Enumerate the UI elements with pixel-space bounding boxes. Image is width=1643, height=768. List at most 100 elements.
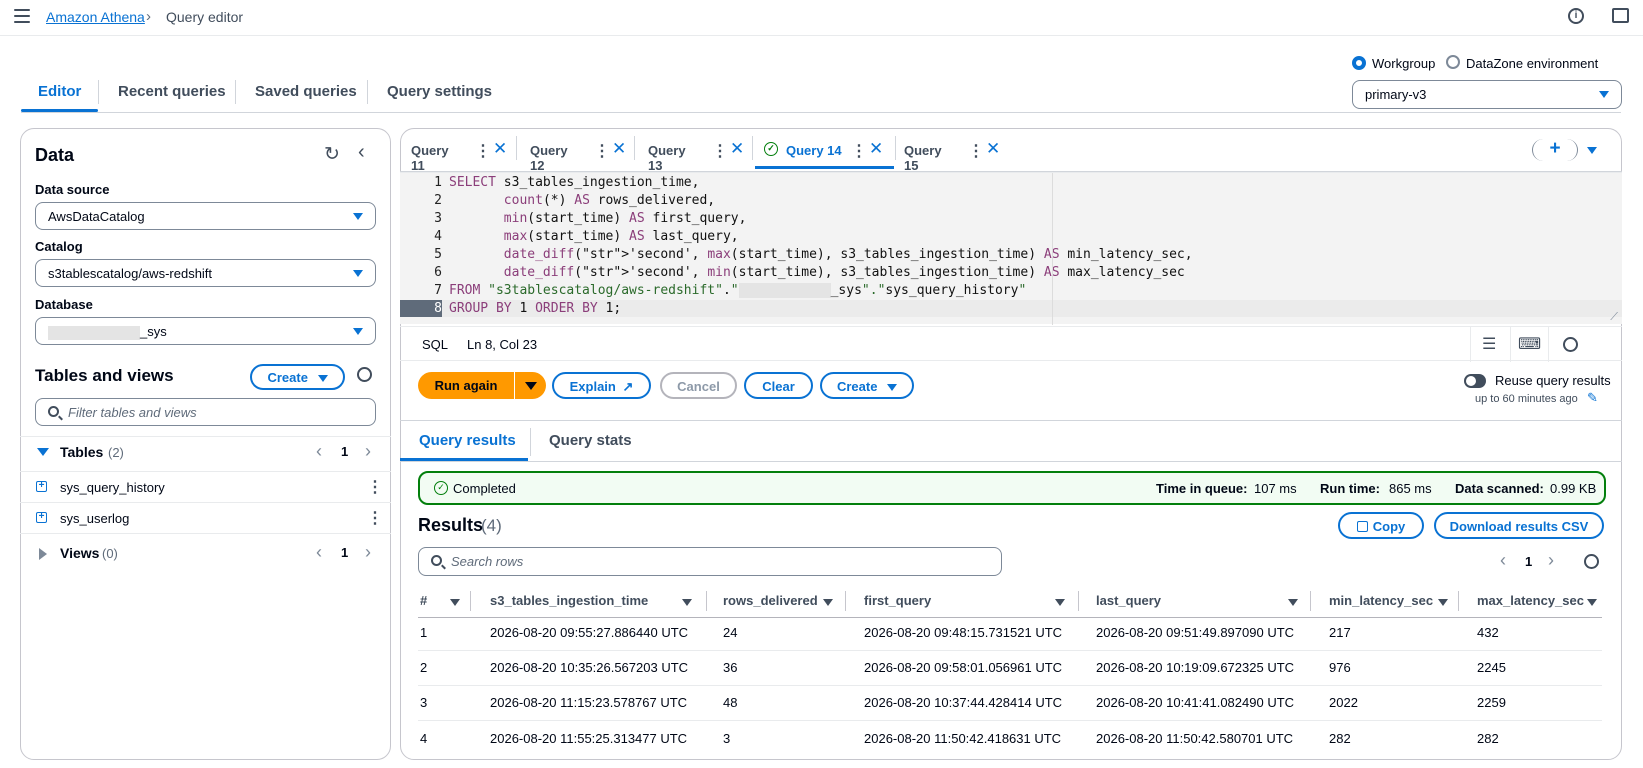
edit-pencil-icon[interactable]: ✎ bbox=[1587, 390, 1598, 406]
collapse-panel-icon[interactable]: ‹ bbox=[358, 141, 365, 164]
workgroup-radio[interactable] bbox=[1352, 56, 1366, 70]
clear-button[interactable]: Clear bbox=[744, 372, 813, 399]
data-source-select[interactable]: AwsDataCatalog bbox=[35, 202, 376, 230]
workgroup-select-value: primary-v3 bbox=[1365, 87, 1427, 102]
views-section-label[interactable]: Views bbox=[60, 545, 99, 561]
datazone-radio[interactable] bbox=[1446, 55, 1460, 69]
table-item-sys-query-history[interactable]: sys_query_history bbox=[60, 480, 165, 495]
tab-menu-icon[interactable]: ⋮ bbox=[851, 141, 867, 161]
table-preferences-gear-icon[interactable] bbox=[1584, 554, 1599, 569]
tabs-dropdown-icon[interactable] bbox=[1587, 147, 1597, 154]
tab-menu-icon[interactable]: ⋮ bbox=[475, 141, 491, 161]
results-page-number[interactable]: 1 bbox=[1525, 554, 1532, 569]
tab-query-settings[interactable]: Query settings bbox=[387, 83, 492, 100]
copy-button[interactable]: Copy bbox=[1338, 512, 1424, 539]
explain-button[interactable]: Explain ↗ bbox=[552, 372, 651, 399]
tables-page-number[interactable]: 1 bbox=[341, 444, 348, 459]
query-tab-14-active[interactable]: ✓ Query 14 ⋮ ✕ bbox=[755, 130, 894, 169]
prev-page-icon[interactable]: ‹ bbox=[316, 441, 322, 462]
cancel-button[interactable]: Cancel bbox=[660, 372, 737, 399]
run-again-button[interactable]: Run again bbox=[418, 372, 514, 399]
expand-views-icon[interactable] bbox=[39, 548, 47, 560]
tab-query-stats[interactable]: Query stats bbox=[549, 432, 632, 449]
column-divider[interactable] bbox=[1458, 591, 1459, 611]
tab-saved-queries[interactable]: Saved queries bbox=[255, 83, 357, 100]
table-cell: 2 bbox=[420, 660, 428, 675]
success-check-icon: ✓ bbox=[764, 142, 778, 156]
download-csv-button[interactable]: Download results CSV bbox=[1434, 512, 1604, 539]
editor-settings-gear-icon[interactable] bbox=[1563, 337, 1578, 352]
column-header-max-latency[interactable]: max_latency_sec bbox=[1477, 593, 1584, 608]
tab-editor[interactable]: Editor bbox=[38, 83, 81, 100]
close-icon[interactable]: ✕ bbox=[869, 139, 883, 159]
column-header-rows-delivered[interactable]: rows_delivered bbox=[723, 593, 818, 608]
close-icon[interactable]: ✕ bbox=[493, 139, 507, 159]
column-divider[interactable] bbox=[706, 591, 707, 611]
sort-caret-icon[interactable] bbox=[1587, 599, 1597, 606]
close-icon[interactable]: ✕ bbox=[730, 139, 744, 159]
sort-caret-icon[interactable] bbox=[1055, 599, 1065, 606]
column-header-ingestion-time[interactable]: s3_tables_ingestion_time bbox=[490, 593, 648, 608]
column-divider[interactable] bbox=[1078, 591, 1079, 611]
sort-caret-icon[interactable] bbox=[1438, 599, 1448, 606]
sort-caret-icon[interactable] bbox=[450, 599, 460, 606]
next-page-icon[interactable]: › bbox=[365, 441, 371, 462]
table-actions-icon[interactable]: ⋮ bbox=[367, 477, 383, 497]
workgroup-select[interactable]: primary-v3 bbox=[1352, 80, 1622, 109]
expand-table-icon[interactable]: + bbox=[36, 481, 47, 492]
run-options-button[interactable] bbox=[515, 372, 546, 399]
tab-recent-queries[interactable]: Recent queries bbox=[118, 83, 226, 100]
tab-menu-icon[interactable]: ⋮ bbox=[712, 141, 728, 161]
run-time-label: Run time: bbox=[1320, 481, 1380, 496]
breadcrumb-athena-link[interactable]: Amazon Athena bbox=[46, 9, 145, 25]
prev-page-icon[interactable]: ‹ bbox=[316, 542, 322, 563]
column-header-index[interactable]: # bbox=[420, 593, 427, 608]
format-query-icon[interactable]: ☰ bbox=[1482, 334, 1496, 354]
sort-caret-icon[interactable] bbox=[823, 599, 833, 606]
table-item-sys-userlog[interactable]: sys_userlog bbox=[60, 511, 129, 526]
column-divider[interactable] bbox=[1310, 591, 1311, 611]
database-select[interactable]: _sys bbox=[35, 317, 376, 345]
sort-caret-icon[interactable] bbox=[682, 599, 692, 606]
tables-section-label[interactable]: Tables bbox=[60, 444, 103, 460]
column-header-min-latency[interactable]: min_latency_sec bbox=[1329, 593, 1433, 608]
cloudshell-icon[interactable] bbox=[1612, 8, 1629, 23]
catalog-select[interactable]: s3tablescatalog/aws-redshift bbox=[35, 259, 376, 287]
table-actions-icon[interactable]: ⋮ bbox=[367, 508, 383, 528]
expand-tables-icon[interactable] bbox=[37, 448, 49, 456]
results-title: Results bbox=[418, 515, 484, 535]
close-icon[interactable]: ✕ bbox=[986, 139, 1000, 159]
tab-query-results[interactable]: Query results bbox=[419, 432, 516, 449]
tab-divider bbox=[530, 428, 531, 456]
expand-table-icon[interactable]: + bbox=[36, 512, 47, 523]
create-table-button[interactable]: Create bbox=[250, 364, 345, 390]
resize-handle-icon[interactable]: ⟋ bbox=[1610, 311, 1618, 324]
tab-menu-icon[interactable]: ⋮ bbox=[594, 141, 610, 161]
tab-menu-icon[interactable]: ⋮ bbox=[968, 141, 984, 161]
info-icon[interactable]: i bbox=[1568, 8, 1584, 24]
filter-tables-input[interactable]: Filter tables and views bbox=[35, 398, 376, 426]
settings-gear-icon[interactable] bbox=[357, 367, 372, 382]
table-cell: 217 bbox=[1329, 625, 1351, 640]
keyboard-shortcuts-icon[interactable]: ⌨ bbox=[1518, 334, 1541, 354]
close-icon[interactable]: ✕ bbox=[612, 139, 626, 159]
menu-icon[interactable] bbox=[14, 9, 30, 23]
column-divider[interactable] bbox=[845, 591, 846, 611]
column-divider[interactable] bbox=[470, 591, 471, 611]
column-header-last-query[interactable]: last_query bbox=[1096, 593, 1161, 608]
views-page-number[interactable]: 1 bbox=[341, 545, 348, 560]
code-text: FROM "s3tablescatalog/aws-redshift"." bbox=[449, 283, 739, 298]
table-cell: 2026-08-20 09:58:01.056961 UTC bbox=[864, 660, 1063, 675]
create-button[interactable]: Create bbox=[820, 372, 914, 399]
next-page-icon[interactable]: › bbox=[365, 542, 371, 563]
prev-page-icon[interactable]: ‹ bbox=[1500, 550, 1506, 571]
column-header-first-query[interactable]: first_query bbox=[864, 593, 931, 608]
reuse-results-toggle[interactable] bbox=[1464, 374, 1486, 388]
divider bbox=[1470, 327, 1471, 362]
sort-caret-icon[interactable] bbox=[1288, 599, 1298, 606]
add-query-tab-button[interactable]: + bbox=[1532, 139, 1578, 161]
next-page-icon[interactable]: › bbox=[1548, 550, 1554, 571]
sql-editor[interactable]: 1 2 3 4 5 6 7 8 SELECT s3_tables_ingesti… bbox=[400, 172, 1622, 325]
search-rows-input[interactable]: Search rows bbox=[418, 547, 1002, 576]
refresh-icon[interactable]: ↻ bbox=[324, 143, 340, 166]
